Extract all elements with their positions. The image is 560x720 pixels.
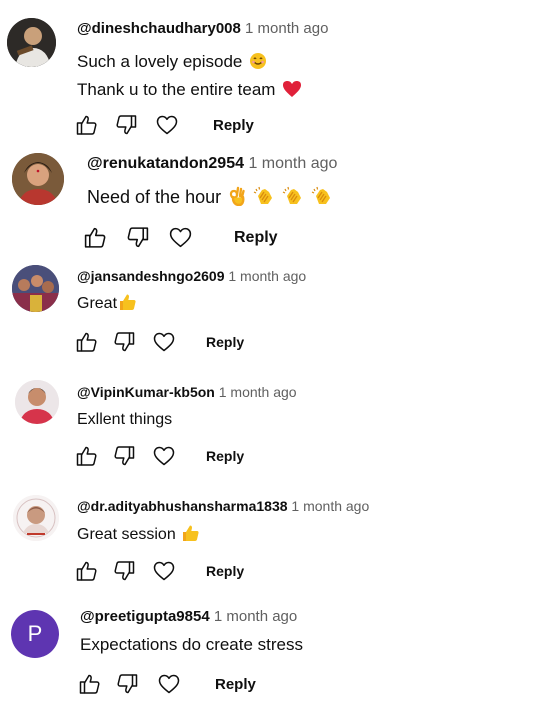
thumbs-up-emoji: [119, 293, 137, 319]
comment-actions: Reply: [75, 113, 254, 137]
clapping-hands-emoji: [282, 186, 304, 213]
author-name[interactable]: @dr.adityabhushansharma1838: [77, 498, 288, 514]
heart-icon[interactable]: [152, 559, 176, 583]
thumbs-up-icon[interactable]: [75, 113, 99, 137]
comment-item: @renukatandon2954 1 month ago Need of th…: [0, 145, 560, 260]
red-heart-emoji: [282, 80, 302, 105]
comment-line: Expectations do create stress: [80, 635, 304, 654]
comment-line: Thank u to the entire team: [77, 80, 276, 99]
author-name[interactable]: @preetigupta9854: [80, 608, 210, 625]
comment-item: @dr.adityabhushansharma1838 1 month ago …: [0, 487, 560, 600]
comment-line: Great: [77, 295, 118, 312]
comment-actions: Reply: [75, 330, 244, 354]
thumbs-down-icon[interactable]: [112, 330, 136, 354]
comment-text: Need of the hour: [87, 184, 333, 213]
reply-button[interactable]: Reply: [206, 563, 244, 579]
comment-item: @VipinKumar-kb5on 1 month ago Exllent th…: [0, 372, 560, 487]
avatar[interactable]: [7, 18, 56, 67]
reply-button[interactable]: Reply: [213, 117, 254, 134]
avatar[interactable]: [13, 495, 59, 541]
author-name[interactable]: @renukatandon2954: [87, 155, 244, 172]
comment-line: Such a lovely episode: [77, 52, 243, 71]
author-name[interactable]: @dineshchaudhary008: [77, 20, 241, 37]
heart-icon[interactable]: [152, 330, 176, 354]
comment-text: Great: [77, 292, 137, 319]
author-name[interactable]: @VipinKumar-kb5on: [77, 384, 215, 400]
reply-button[interactable]: Reply: [215, 676, 256, 693]
comment-time[interactable]: 1 month ago: [228, 268, 306, 284]
comment-item: @dineshchaudhary008 1 month ago Such a l…: [0, 0, 560, 145]
comment-header: @renukatandon2954 1 month ago: [87, 155, 337, 173]
comment-item: @jansandeshngo2609 1 month ago Great Rep…: [0, 260, 560, 372]
comment-text: Expectations do create stress: [80, 633, 303, 657]
thumbs-up-icon[interactable]: [83, 225, 108, 250]
reply-button[interactable]: Reply: [206, 334, 244, 350]
thumbs-down-icon[interactable]: [115, 672, 139, 696]
comment-header: @preetigupta9854 1 month ago: [80, 608, 297, 625]
comment-line: Need of the hour: [87, 187, 222, 207]
comment-text: Exllent things: [77, 408, 172, 432]
avatar[interactable]: P: [11, 610, 59, 658]
avatar[interactable]: [12, 265, 59, 312]
comment-actions: Reply: [78, 672, 256, 696]
thumbs-up-icon[interactable]: [75, 559, 99, 583]
comment-header: @dr.adityabhushansharma1838 1 month ago: [77, 498, 369, 514]
clapping-hands-emoji: [311, 186, 333, 213]
thumbs-down-icon[interactable]: [112, 559, 136, 583]
comment-actions: Reply: [75, 444, 244, 468]
thumbs-down-icon[interactable]: [112, 444, 136, 468]
comment-text: Great session: [77, 523, 200, 550]
comment-time[interactable]: 1 month ago: [245, 20, 328, 37]
comment-line: Exllent things: [77, 411, 173, 428]
ok-hand-emoji: [228, 186, 246, 213]
comment-header: @VipinKumar-kb5on 1 month ago: [77, 384, 297, 400]
thumbs-up-icon[interactable]: [75, 444, 99, 468]
comment-actions: Reply: [83, 225, 278, 250]
comment-actions: Reply: [75, 559, 244, 583]
heart-icon[interactable]: [157, 672, 181, 696]
thumbs-up-icon[interactable]: [78, 672, 102, 696]
thumbs-up-emoji: [182, 524, 200, 550]
comment-text: Such a lovely episode Thank u to the ent…: [77, 49, 302, 105]
reply-button[interactable]: Reply: [234, 229, 278, 247]
avatar[interactable]: [15, 380, 59, 424]
avatar-letter: P: [27, 621, 43, 646]
comment-time[interactable]: 1 month ago: [214, 608, 297, 625]
thumbs-down-icon[interactable]: [114, 113, 138, 137]
heart-icon[interactable]: [152, 444, 176, 468]
comment-header: @jansandeshngo2609 1 month ago: [77, 268, 306, 284]
heart-icon[interactable]: [155, 113, 179, 137]
comment-time[interactable]: 1 month ago: [291, 498, 369, 514]
comment-header: @dineshchaudhary008 1 month ago: [77, 20, 328, 37]
thumbs-up-icon[interactable]: [75, 330, 99, 354]
author-name[interactable]: @jansandeshngo2609: [77, 268, 224, 284]
clapping-hands-emoji: [253, 186, 275, 213]
smiling-face-emoji: [249, 52, 267, 77]
comment-time[interactable]: 1 month ago: [219, 384, 297, 400]
reply-button[interactable]: Reply: [206, 448, 244, 464]
heart-icon[interactable]: [168, 225, 193, 250]
comment-item: P @preetigupta9854 1 month ago Expectati…: [0, 600, 560, 720]
comment-time[interactable]: 1 month ago: [248, 155, 337, 172]
thumbs-down-icon[interactable]: [125, 225, 150, 250]
comment-line: Great session: [77, 526, 176, 543]
avatar[interactable]: [12, 153, 64, 205]
